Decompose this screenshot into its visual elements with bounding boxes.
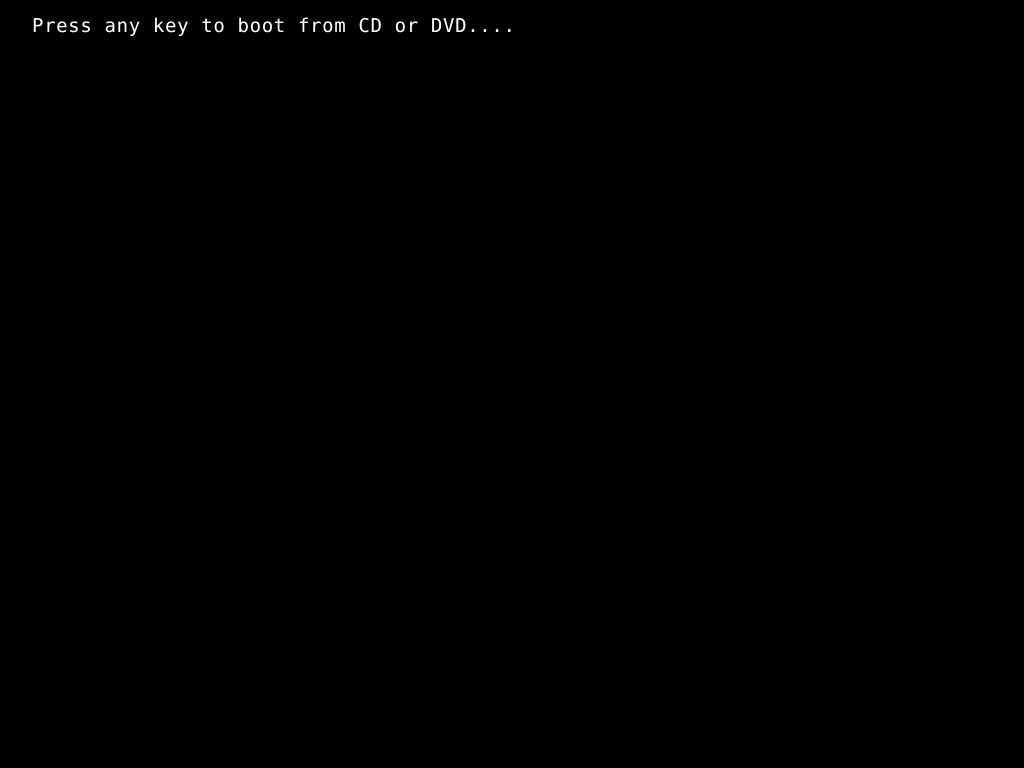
boot-prompt-text: Press any key to boot from CD or DVD.... <box>32 15 516 37</box>
boot-screen: Press any key to boot from CD or DVD....… <box>0 0 1024 768</box>
